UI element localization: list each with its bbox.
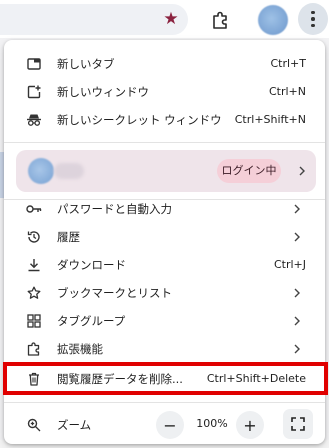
menu-item-history[interactable]: 履歴 [4, 223, 325, 251]
menu-divider [4, 402, 325, 403]
menu-item-label: ブックマークとリスト [57, 286, 172, 300]
profile-row[interactable]: ログイン中 [16, 150, 316, 192]
menu-item-downloads[interactable]: ダウンロード Ctrl+J [4, 251, 325, 279]
menu-item-new-incognito-window[interactable]: 新しいシークレット ウィンドウ Ctrl+Shift+N [4, 106, 325, 134]
menu-item-label: 新しいシークレット ウィンドウ [57, 113, 222, 127]
menu-item-label: 新しいウィンドウ [57, 85, 149, 99]
zoom-magnifier-icon [26, 417, 42, 433]
browser-main-menu: 新しいタブ Ctrl+T 新しいウィンドウ Ctrl+N 新しいシークレット ウ… [3, 40, 328, 444]
fullscreen-icon [291, 417, 305, 431]
bookmark-star-icon[interactable]: ★ [160, 8, 182, 30]
profile-avatar-button[interactable] [258, 5, 288, 35]
menu-item-passwords-autofill[interactable]: パスワードと自動入力 [4, 195, 325, 223]
trash-icon [26, 371, 42, 387]
new-tab-icon [26, 56, 42, 72]
tab-groups-icon [26, 313, 42, 329]
menu-item-shortcut: Ctrl+T [270, 57, 306, 70]
chevron-right-icon [291, 313, 303, 329]
zoom-level: 100% [196, 417, 228, 430]
profile-avatar [28, 158, 54, 184]
browser-toolbar: ★ [0, 0, 329, 38]
bookmark-star-icon [26, 285, 42, 301]
zoom-out-button[interactable]: − [156, 411, 184, 439]
menu-item-label: 拡張機能 [57, 342, 103, 356]
chevron-right-icon [296, 163, 308, 179]
fullscreen-button[interactable] [283, 409, 313, 439]
menu-item-new-tab[interactable]: 新しいタブ Ctrl+T [4, 50, 325, 78]
menu-item-label: タブグループ [57, 314, 126, 328]
chevron-right-icon [291, 229, 303, 245]
extensions-toolbar-icon[interactable] [207, 7, 233, 33]
menu-item-new-window[interactable]: 新しいウィンドウ Ctrl+N [4, 78, 325, 106]
menu-item-extensions[interactable]: 拡張機能 [4, 335, 325, 363]
menu-item-label: パスワードと自動入力 [57, 202, 172, 216]
menu-item-label: 閲覧履歴データを削除... [57, 372, 183, 386]
zoom-label: ズーム [57, 418, 92, 432]
new-window-icon [26, 84, 42, 100]
menu-item-clear-browsing-data[interactable]: 閲覧履歴データを削除... Ctrl+Shift+Delete [4, 365, 325, 393]
menu-item-shortcut: Ctrl+Shift+Delete [206, 372, 306, 385]
chevron-right-icon [291, 341, 303, 357]
menu-item-label: 新しいタブ [57, 57, 115, 71]
incognito-icon [26, 112, 42, 128]
history-icon [26, 229, 42, 245]
signed-in-badge: ログイン中 [217, 159, 281, 183]
profile-name-redacted [54, 163, 84, 179]
menu-item-shortcut: Ctrl+Shift+N [234, 113, 306, 126]
menu-item-label: 履歴 [57, 230, 80, 244]
chevron-right-icon [291, 285, 303, 301]
menu-item-tab-groups[interactable]: タブグループ [4, 307, 325, 335]
download-icon [26, 257, 42, 273]
menu-item-bookmarks-lists[interactable]: ブックマークとリスト [4, 279, 325, 307]
key-icon [26, 201, 42, 217]
menu-item-shortcut: Ctrl+J [273, 258, 306, 271]
menu-divider [4, 142, 325, 143]
extensions-icon [26, 341, 42, 357]
chevron-right-icon [291, 201, 303, 217]
zoom-in-button[interactable]: + [236, 411, 264, 439]
more-menu-icon[interactable] [298, 3, 328, 35]
menu-item-label: ダウンロード [57, 258, 126, 272]
menu-item-shortcut: Ctrl+N [268, 85, 306, 98]
